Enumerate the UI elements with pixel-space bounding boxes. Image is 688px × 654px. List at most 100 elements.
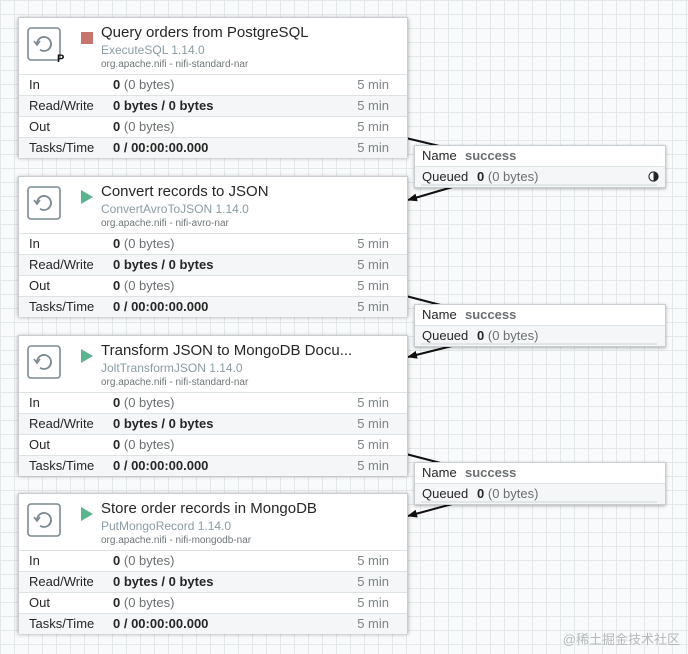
connection-name-label: Name <box>422 465 457 480</box>
processor-jolt-transform-json[interactable]: Transform JSON to MongoDB Docu... JoltTr… <box>18 335 408 476</box>
stat-label: In <box>29 553 40 568</box>
processor-name: Convert records to JSON <box>101 183 269 200</box>
stat-label: In <box>29 236 40 251</box>
processor-icon <box>27 503 61 537</box>
stat-row-tasks: Tasks/Time 0 / 00:00:00.000 5 min <box>19 137 407 158</box>
connection-name: success <box>465 148 517 163</box>
stat-window: 5 min <box>357 437 389 452</box>
stat-label: In <box>29 77 40 92</box>
connection-name-label: Name <box>422 307 457 322</box>
connection-line-1-out <box>407 185 457 202</box>
stat-value: 0 (0 bytes) <box>113 437 175 452</box>
connection-name-row: Name success <box>415 305 665 325</box>
processor-execute-sql[interactable]: P Query orders from PostgreSQL ExecuteSQ… <box>18 17 408 158</box>
stat-label: Read/Write <box>29 257 94 272</box>
stat-value: 0 / 00:00:00.000 <box>113 299 209 314</box>
stat-label: Out <box>29 437 50 452</box>
stat-window: 5 min <box>357 119 389 134</box>
processor-header: Convert records to JSON ConvertAvroToJSO… <box>19 177 407 231</box>
stat-row-tasks: Tasks/Time 0 / 00:00:00.000 5 min <box>19 455 407 476</box>
stat-label: Out <box>29 595 50 610</box>
stat-value: 0 bytes / 0 bytes <box>113 257 214 272</box>
stat-row-out: Out 0 (0 bytes) 5 min <box>19 434 407 455</box>
stat-row-out: Out 0 (0 bytes) 5 min <box>19 592 407 613</box>
backpressure-bar <box>421 501 657 503</box>
stat-value: 0 (0 bytes) <box>113 553 175 568</box>
processor-icon <box>27 345 61 379</box>
connection-success-3[interactable]: Name success Queued 0 (0 bytes) <box>414 462 666 505</box>
stat-window: 5 min <box>357 416 389 431</box>
stat-value: 0 / 00:00:00.000 <box>113 616 209 631</box>
running-status-icon <box>81 349 93 363</box>
processor-header: P Query orders from PostgreSQL ExecuteSQ… <box>19 18 407 72</box>
stat-window: 5 min <box>357 236 389 251</box>
stat-label: Out <box>29 278 50 293</box>
stat-row-readwrite: Read/Write 0 bytes / 0 bytes 5 min <box>19 413 407 434</box>
connection-name-row: Name success <box>415 146 665 166</box>
running-status-icon <box>81 190 93 204</box>
processor-bundle: org.apache.nifi - nifi-avro-nar <box>101 218 229 229</box>
processor-type: JoltTransformJSON 1.14.0 <box>101 361 243 375</box>
stat-window: 5 min <box>357 140 389 155</box>
stat-window: 5 min <box>357 98 389 113</box>
processor-name: Query orders from PostgreSQL <box>101 24 309 41</box>
load-balance-icon[interactable] <box>648 171 659 182</box>
stat-value: 0 / 00:00:00.000 <box>113 458 209 473</box>
stat-value: 0 bytes / 0 bytes <box>113 574 214 589</box>
stat-row-readwrite: Read/Write 0 bytes / 0 bytes 5 min <box>19 571 407 592</box>
stat-row-out: Out 0 (0 bytes) 5 min <box>19 275 407 296</box>
stat-value: 0 (0 bytes) <box>113 395 175 410</box>
backpressure-bar <box>421 184 657 186</box>
stat-window: 5 min <box>357 458 389 473</box>
processor-icon <box>27 27 61 61</box>
processor-stats: In 0 (0 bytes) 5 min Read/Write 0 bytes … <box>19 233 407 317</box>
stat-window: 5 min <box>357 616 389 631</box>
stat-row-tasks: Tasks/Time 0 / 00:00:00.000 5 min <box>19 613 407 634</box>
flow-canvas[interactable]: P Query orders from PostgreSQL ExecuteSQ… <box>0 0 688 654</box>
stat-row-in: In 0 (0 bytes) 5 min <box>19 392 407 413</box>
stat-label: In <box>29 395 40 410</box>
stat-window: 5 min <box>357 299 389 314</box>
stat-row-in: In 0 (0 bytes) 5 min <box>19 233 407 254</box>
stat-label: Read/Write <box>29 574 94 589</box>
stat-value: 0 (0 bytes) <box>113 278 175 293</box>
processor-header: Store order records in MongoDB PutMongoR… <box>19 494 407 548</box>
backpressure-bar <box>421 343 657 345</box>
processor-icon <box>27 186 61 220</box>
processor-stats: In 0 (0 bytes) 5 min Read/Write 0 bytes … <box>19 550 407 634</box>
stat-label: Out <box>29 119 50 134</box>
connection-name: success <box>465 465 517 480</box>
connection-success-1[interactable]: Name success Queued 0 (0 bytes) <box>414 145 666 188</box>
processor-bundle: org.apache.nifi - nifi-standard-nar <box>101 59 249 70</box>
primary-node-badge: P <box>57 53 65 65</box>
stat-label: Tasks/Time <box>29 140 95 155</box>
processor-type: ExecuteSQL 1.14.0 <box>101 43 205 57</box>
processor-type: ConvertAvroToJSON 1.14.0 <box>101 202 249 216</box>
stat-window: 5 min <box>357 595 389 610</box>
stat-row-in: In 0 (0 bytes) 5 min <box>19 550 407 571</box>
processor-name: Store order records in MongoDB <box>101 500 317 517</box>
stat-value: 0 (0 bytes) <box>113 595 175 610</box>
stopped-status-icon <box>81 32 93 44</box>
connection-success-2[interactable]: Name success Queued 0 (0 bytes) <box>414 304 666 347</box>
stat-value: 0 bytes / 0 bytes <box>113 416 214 431</box>
stat-row-readwrite: Read/Write 0 bytes / 0 bytes 5 min <box>19 95 407 116</box>
processor-put-mongo-record[interactable]: Store order records in MongoDB PutMongoR… <box>18 493 408 634</box>
processor-bundle: org.apache.nifi - nifi-standard-nar <box>101 377 249 388</box>
stat-label: Read/Write <box>29 98 94 113</box>
stat-row-readwrite: Read/Write 0 bytes / 0 bytes 5 min <box>19 254 407 275</box>
connection-name: success <box>465 307 517 322</box>
processor-convert-avro-to-json[interactable]: Convert records to JSON ConvertAvroToJSO… <box>18 176 408 317</box>
stat-value: 0 / 00:00:00.000 <box>113 140 209 155</box>
processor-header: Transform JSON to MongoDB Docu... JoltTr… <box>19 336 407 390</box>
running-status-icon <box>81 507 93 521</box>
stat-window: 5 min <box>357 395 389 410</box>
stat-window: 5 min <box>357 553 389 568</box>
watermark: @稀土掘金技术社区 <box>562 632 680 647</box>
stat-row-in: In 0 (0 bytes) 5 min <box>19 74 407 95</box>
stat-window: 5 min <box>357 574 389 589</box>
processor-type: PutMongoRecord 1.14.0 <box>101 519 232 533</box>
stat-value: 0 (0 bytes) <box>113 236 175 251</box>
stat-value: 0 (0 bytes) <box>113 77 175 92</box>
stat-label: Tasks/Time <box>29 616 95 631</box>
